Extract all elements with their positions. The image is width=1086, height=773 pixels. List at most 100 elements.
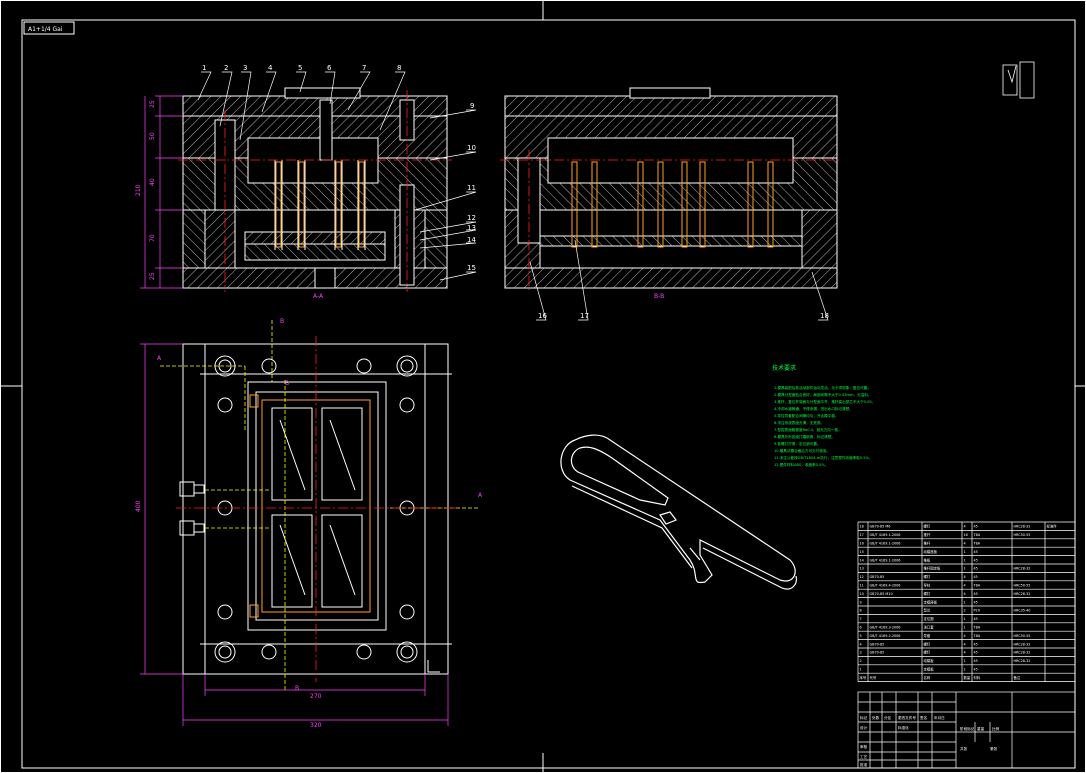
title-block-texts: 标记 处数 分区 更改文件号 签名 年月日 设计 标准化 阶段标记 重量 比例 … (860, 715, 1000, 767)
bom-header-cell: 名称 (924, 675, 931, 680)
bom-cell: GB/T 4169.1-2006 (870, 558, 901, 562)
section-aa-label: A-A (313, 293, 324, 300)
bom-cell: 45 (974, 600, 978, 604)
roughness-symbol-icon (1002, 61, 1035, 99)
cad-drawing-canvas: { "sheet": { "file_tag": "A1+1/4 Gai" },… (0, 0, 1086, 773)
svg-text:比例: 比例 (992, 726, 1000, 731)
drawing-svg: A1+1/4 Gai 25 50 40 70 25 210 1 2 3 4 5 … (0, 0, 1086, 773)
svg-text:4.冷却水道畅通，不得渗漏，进出水口标记清楚。: 4.冷却水道畅通，不得渗漏，进出水口标记清楚。 (774, 406, 853, 411)
bom-header-cell: 数量 (964, 675, 971, 680)
plan-orange-outline (249, 394, 371, 618)
svg-text:签名: 签名 (920, 715, 928, 720)
callout-2: 2 (224, 64, 228, 72)
bom-cell: T8A (973, 533, 981, 537)
bom-cell: 45 (974, 567, 978, 571)
bom-cell: 1 (860, 668, 862, 672)
bom-cell: 螺钉 (924, 650, 931, 655)
svg-text:7.型腔表面粗糙度Ra0.4，抛光方向一致。: 7.型腔表面粗糙度Ra0.4，抛光方向一致。 (774, 427, 842, 432)
callout-12: 12 (467, 214, 476, 222)
bom-cell: 2 (860, 659, 862, 663)
bom-cell: HRC35-40 (1014, 609, 1031, 613)
bom-cell: 8 (860, 609, 862, 613)
bom-cell: T8A (973, 542, 981, 546)
svg-text:设计: 设计 (860, 725, 868, 730)
bom-cell: GB/T 4169.2-2006 (870, 634, 901, 638)
svg-text:11.未注公差按GB/T1804-m执行，注意塑件收缩率取0: 11.未注公差按GB/T1804-m执行，注意塑件收缩率取0.5%。 (774, 455, 873, 460)
bom-cell: 推板 (924, 557, 931, 562)
bom-cell: HRC28-32 (1014, 659, 1031, 663)
bom-cell: 4 (964, 542, 966, 546)
bom-cell: 推杆 (924, 541, 931, 546)
bom-cell: 4 (964, 651, 966, 655)
svg-text:270: 270 (310, 693, 322, 700)
svg-text:6.浇注系统表面光滑，无死角。: 6.浇注系统表面光滑，无死角。 (774, 420, 824, 425)
callout-11: 11 (467, 184, 476, 192)
bom-cell: 1 (964, 600, 966, 604)
callout-1: 1 (202, 64, 206, 72)
callout-18: 18 (820, 312, 829, 320)
section-bb-label: B-B (654, 293, 664, 300)
bom-cell: 导套 (924, 633, 931, 638)
bom-cell: 1 (964, 668, 966, 672)
bom-cell: 45 (974, 525, 978, 529)
bom-cell: GB70-85 M6 (870, 525, 891, 529)
svg-text:400: 400 (135, 500, 142, 512)
bom-cell: 45 (974, 550, 978, 554)
svg-text:9.各螺钉拧紧，定位销可靠。: 9.各螺钉拧紧，定位销可靠。 (774, 441, 821, 446)
bom-cell: 定模座板 (924, 599, 938, 604)
bom-cell: HRC28-32 (1014, 651, 1031, 655)
bom-cell: 导柱 (924, 583, 931, 588)
left-dimension-stack (140, 95, 183, 289)
bom-cell: HRC28-32 (1014, 567, 1031, 571)
bom-cell: 45 (974, 558, 978, 562)
callout-15: 15 (467, 264, 476, 272)
bom-cell: 4 (964, 584, 966, 588)
bom-cell: 18 (860, 525, 864, 529)
svg-text:标记: 标记 (860, 715, 868, 720)
plan-view (182, 343, 452, 675)
corner-mark (427, 660, 440, 673)
bom-cell: 1 (964, 617, 966, 621)
bom-cell: 45 (974, 575, 978, 579)
part-isometric-view (560, 434, 797, 590)
bom-cell: 11 (860, 584, 864, 588)
svg-text:工艺: 工艺 (860, 754, 868, 759)
svg-text:25: 25 (149, 100, 156, 108)
svg-text:10.模具试模合格后方可交付使用。: 10.模具试模合格后方可交付使用。 (774, 448, 830, 453)
plan-cavity-parts (271, 407, 363, 608)
plan-cooling-lines (160, 320, 480, 690)
svg-text:320: 320 (310, 722, 322, 729)
bom-cell: 4 (964, 525, 966, 529)
bom-cell: HRC50-55 (1014, 533, 1031, 537)
bom-cell: GB70-85 (870, 642, 885, 646)
callout-17: 17 (580, 312, 589, 320)
bom-cell: HRC28-32 (1014, 592, 1031, 596)
svg-text:2.模具分型面贴合良好，局部间隙不大于0.03mm，无溢料。: 2.模具分型面贴合良好，局部间隙不大于0.03mm，无溢料。 (774, 392, 872, 397)
callout-6: 6 (327, 64, 332, 72)
bom-cell: 型芯 (924, 608, 931, 613)
svg-text:处数: 处数 (872, 715, 880, 720)
bom-cell: 浇口套 (924, 625, 935, 630)
bom-cell: 4 (860, 642, 862, 646)
bom-cell: GB/T 4169.3-2006 (870, 626, 901, 630)
tech-notes-heading: 技术要求 (772, 364, 796, 372)
bom-table (857, 521, 1076, 682)
bom-cell: T8A (973, 634, 981, 638)
water-fittings (179, 481, 205, 536)
callout-4: 4 (268, 64, 273, 72)
bom-cell: 4 (964, 575, 966, 579)
bom-cell: 10 (860, 592, 864, 596)
bom-cell: 1 (964, 550, 966, 554)
callout-16: 16 (538, 312, 547, 320)
bom-cell: 45 (974, 592, 978, 596)
svg-text:分区: 分区 (884, 715, 892, 720)
plan-guide-circles (214, 355, 418, 663)
bom-cell: T8A (973, 584, 981, 588)
bom-cell: 定模板 (924, 667, 935, 672)
bom-header-cell: 材料 (974, 675, 981, 680)
bom-cell: 15 (860, 550, 864, 554)
svg-text:B: B (280, 318, 284, 325)
bom-cell: GB70-85 (870, 575, 885, 579)
bom-cell: 螺钉 (924, 574, 931, 579)
svg-text:A: A (478, 492, 483, 499)
